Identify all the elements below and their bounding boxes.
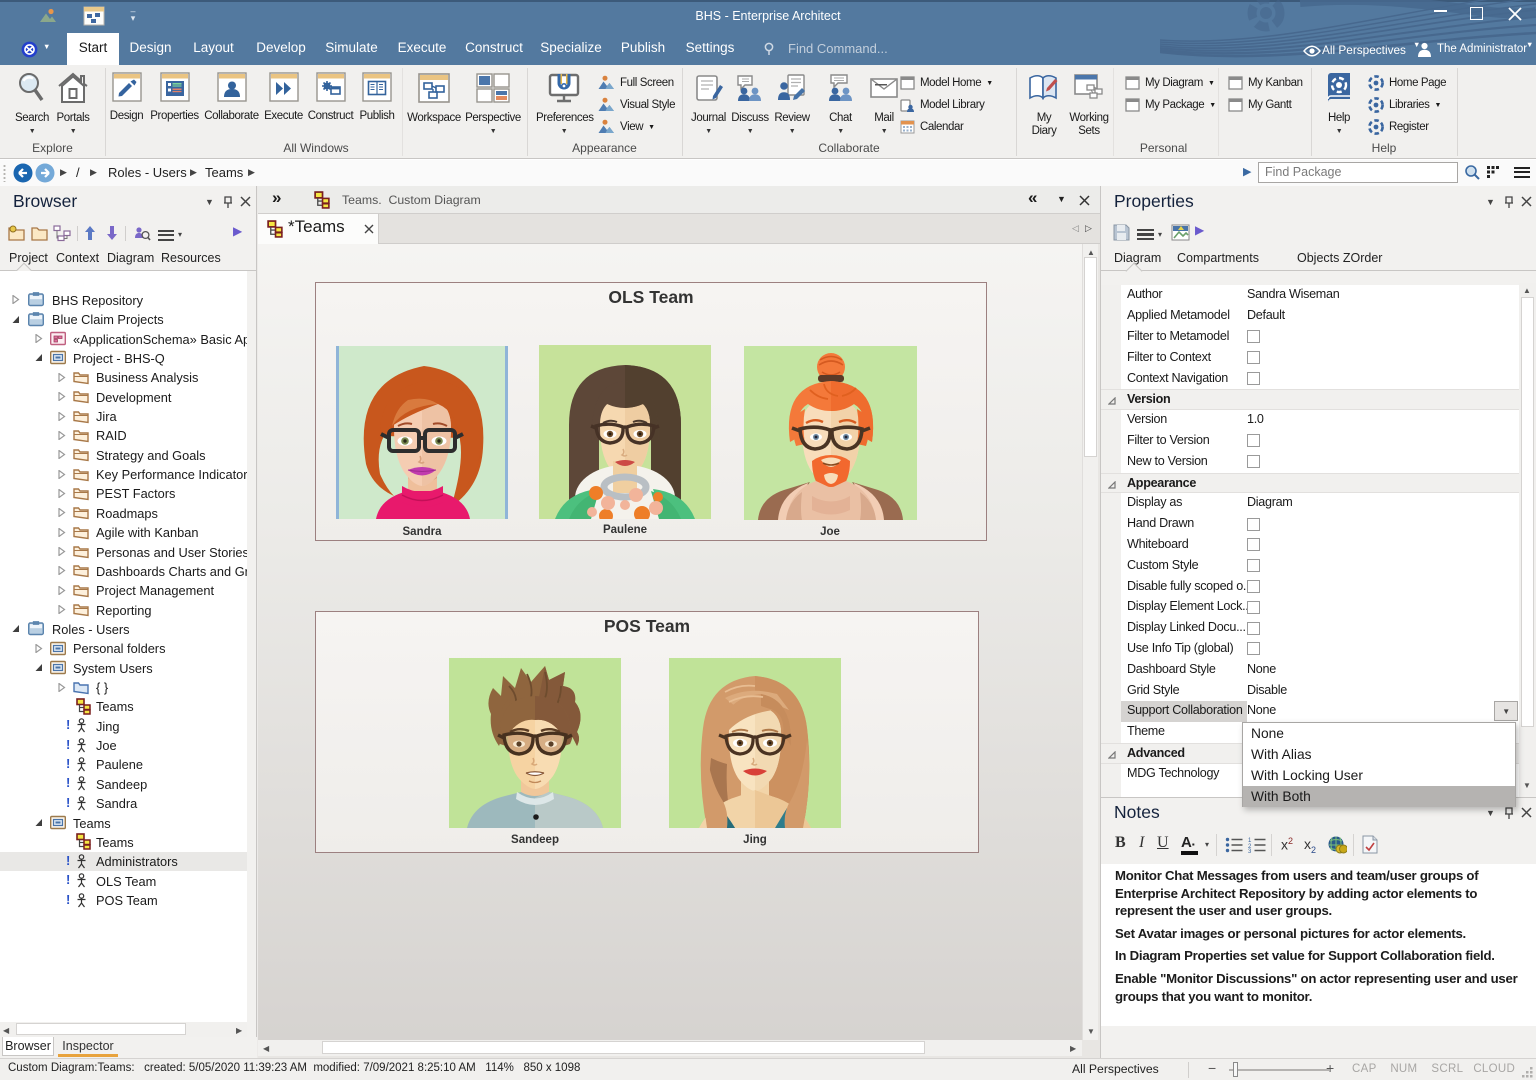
svg-text:3: 3: [1248, 849, 1252, 853]
